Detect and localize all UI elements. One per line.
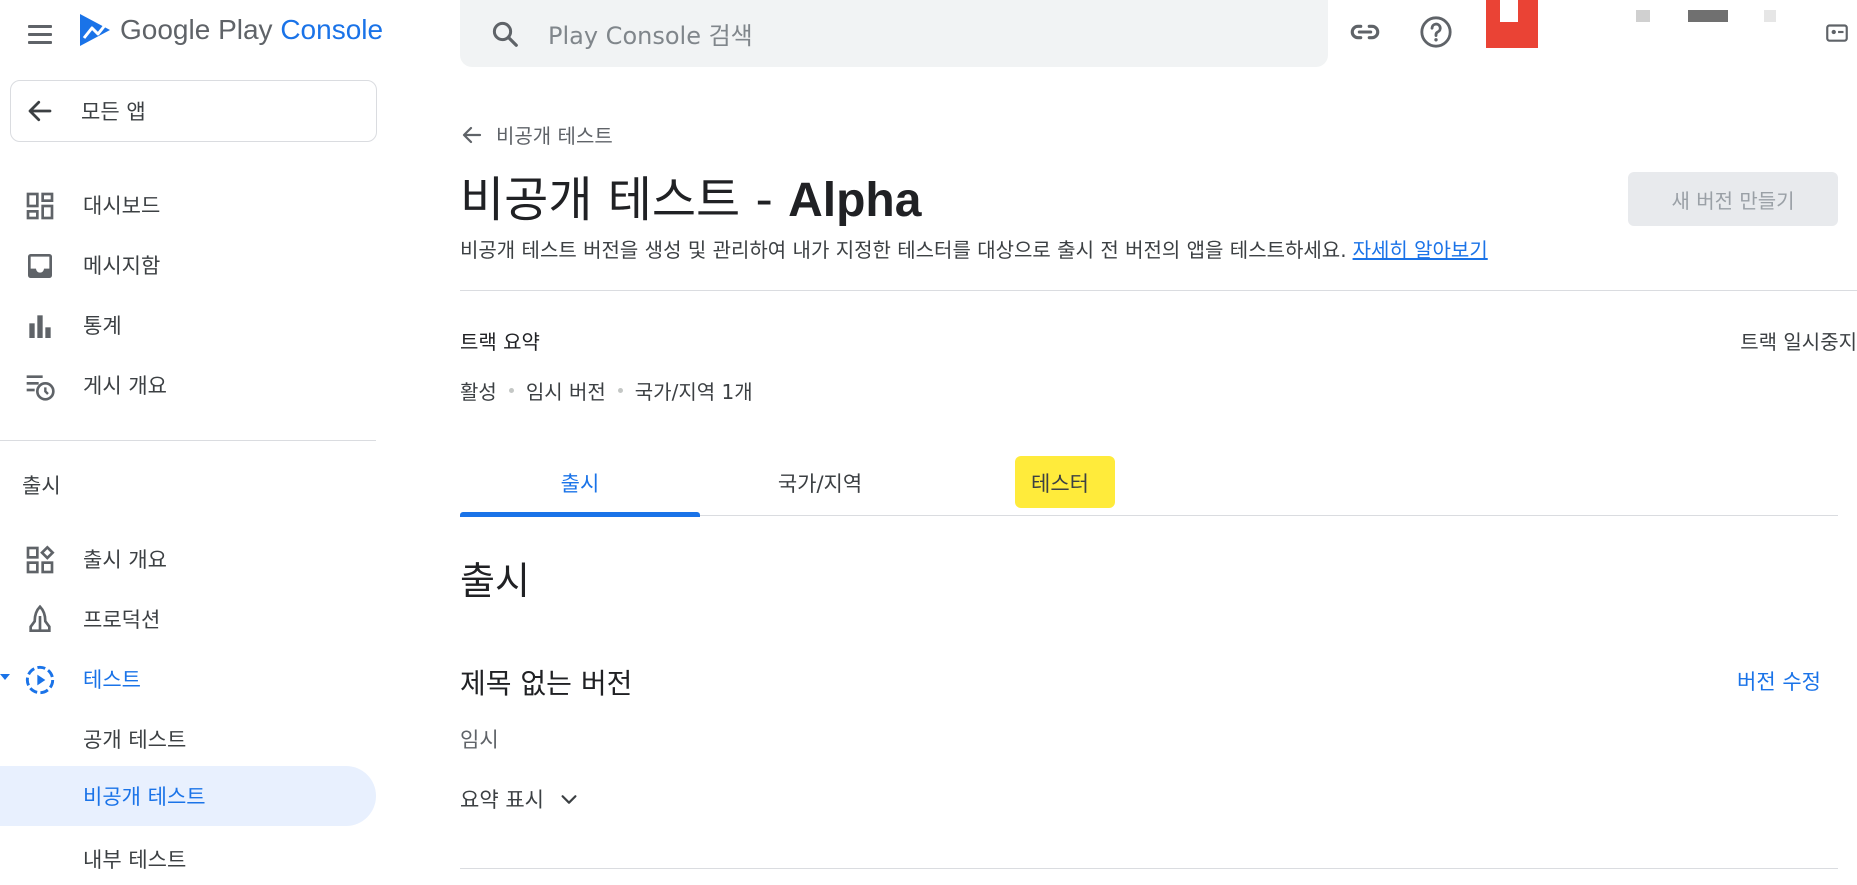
status-countries: 국가/지역 1개	[634, 380, 753, 404]
link-icon[interactable]	[1345, 12, 1385, 52]
all-apps-label: 모든 앱	[81, 100, 146, 124]
release-status: 임시	[460, 728, 499, 752]
page-title: 비공개 테스트 - Alpha	[460, 172, 922, 228]
sidebar-item-testing[interactable]: 테스트	[0, 650, 376, 708]
sidebar-item-label: 출시 개요	[83, 548, 167, 572]
release-overview-icon	[26, 545, 55, 574]
track-status: 활성 임시 버전 국가/지역 1개	[460, 376, 753, 405]
sidebar-divider	[0, 440, 376, 441]
create-new-release-button[interactable]: 새 버전 만들기	[1628, 172, 1838, 226]
sidebar-section-release: 출시	[22, 474, 61, 498]
blurred-info	[1764, 10, 1776, 22]
sidebar-item-open-testing[interactable]: 공개 테스트	[0, 710, 376, 768]
back-link[interactable]: 비공개 테스트	[460, 120, 613, 149]
chevron-down-icon	[561, 795, 577, 804]
release-title: 제목 없는 버전	[460, 667, 633, 700]
bar-chart-icon	[29, 315, 51, 338]
sidebar-item-release-overview[interactable]: 출시 개요	[0, 530, 376, 588]
publishing-overview-icon	[26, 375, 55, 401]
sidebar-item-label: 프로덕션	[83, 608, 161, 632]
tab-releases[interactable]: 출시	[460, 450, 700, 517]
section-heading: 출시	[460, 559, 530, 603]
sidebar: 모든 앱 대시보드 메시지함 통계 게시 개요 출시 출시 개요 프로덕션 테스…	[0, 72, 378, 885]
learn-more-link[interactable]: 자세히 알아보기	[1353, 238, 1488, 262]
logo-text: Google Play Console	[120, 14, 384, 45]
edit-release-button[interactable]: 버전 수정	[1737, 666, 1821, 696]
blurred-info	[1636, 10, 1650, 22]
status-active: 활성	[460, 380, 497, 404]
sidebar-item-dashboard[interactable]: 대시보드	[0, 176, 376, 234]
help-icon[interactable]	[1416, 12, 1456, 52]
blurred-info	[1688, 10, 1728, 22]
sidebar-item-label: 통계	[83, 314, 122, 338]
inbox-icon	[28, 254, 52, 278]
page-description: 비공개 테스트 버전을 생성 및 관리하여 내가 지정한 테스터를 대상으로 출…	[460, 238, 1488, 262]
rocket-icon	[29, 604, 51, 632]
top-bar: Google Play Console Play Console 검색	[0, 0, 1857, 72]
sidebar-item-label: 메시지함	[83, 254, 161, 278]
main-content: 비공개 테스트 비공개 테스트 - Alpha 새 버전 만들기 비공개 테스트…	[460, 72, 1857, 885]
play-console-logo[interactable]: Google Play Console	[78, 12, 383, 48]
testing-icon	[25, 665, 55, 695]
account-badge-icon[interactable]	[1822, 12, 1852, 52]
dashboard-icon	[26, 192, 54, 220]
tab-countries[interactable]: 국가/지역	[700, 450, 940, 516]
sidebar-item-label: 게시 개요	[83, 374, 167, 398]
search-icon	[492, 21, 518, 47]
play-logo-icon	[80, 14, 110, 46]
tab-bar: 출시 국가/지역 테스터	[460, 450, 1838, 517]
track-summary-heading: 트랙 요약	[460, 330, 540, 354]
divider	[460, 868, 1838, 869]
search-input[interactable]: Play Console 검색	[548, 16, 753, 51]
divider	[460, 290, 1857, 291]
arrow-back-icon	[28, 100, 52, 122]
tab-testers[interactable]: 테스터	[940, 450, 1180, 516]
show-summary-toggle[interactable]: 요약 표시	[460, 784, 580, 814]
show-summary-label: 요약 표시	[460, 788, 544, 812]
sidebar-item-internal-testing[interactable]: 내부 테스트	[0, 830, 376, 885]
separator-dot	[508, 388, 514, 393]
status-draft-version: 임시 버전	[525, 380, 606, 404]
sidebar-item-statistics[interactable]: 통계	[0, 296, 376, 354]
sidebar-item-label: 공개 테스트	[83, 728, 187, 752]
sidebar-item-production[interactable]: 프로덕션	[0, 590, 376, 648]
sidebar-item-closed-testing[interactable]: 비공개 테스트	[0, 766, 376, 826]
menu-icon[interactable]	[22, 16, 58, 52]
expand-caret-icon	[0, 674, 10, 680]
sidebar-item-inbox[interactable]: 메시지함	[0, 236, 376, 294]
pause-track-button[interactable]: 트랙 일시중지	[1740, 326, 1857, 355]
all-apps-button[interactable]: 모든 앱	[10, 80, 377, 142]
sidebar-item-label: 테스트	[83, 668, 141, 692]
sidebar-item-label: 대시보드	[83, 194, 161, 218]
sidebar-item-publishing-overview[interactable]: 게시 개요	[0, 356, 376, 414]
sidebar-item-label: 내부 테스트	[83, 848, 187, 872]
arrow-back-icon	[462, 126, 482, 143]
sidebar-item-label: 비공개 테스트	[83, 785, 206, 809]
avatar[interactable]	[1486, 0, 1538, 48]
search-bar[interactable]: Play Console 검색	[460, 0, 1328, 67]
separator-dot	[617, 388, 623, 393]
back-link-label: 비공개 테스트	[496, 124, 613, 148]
